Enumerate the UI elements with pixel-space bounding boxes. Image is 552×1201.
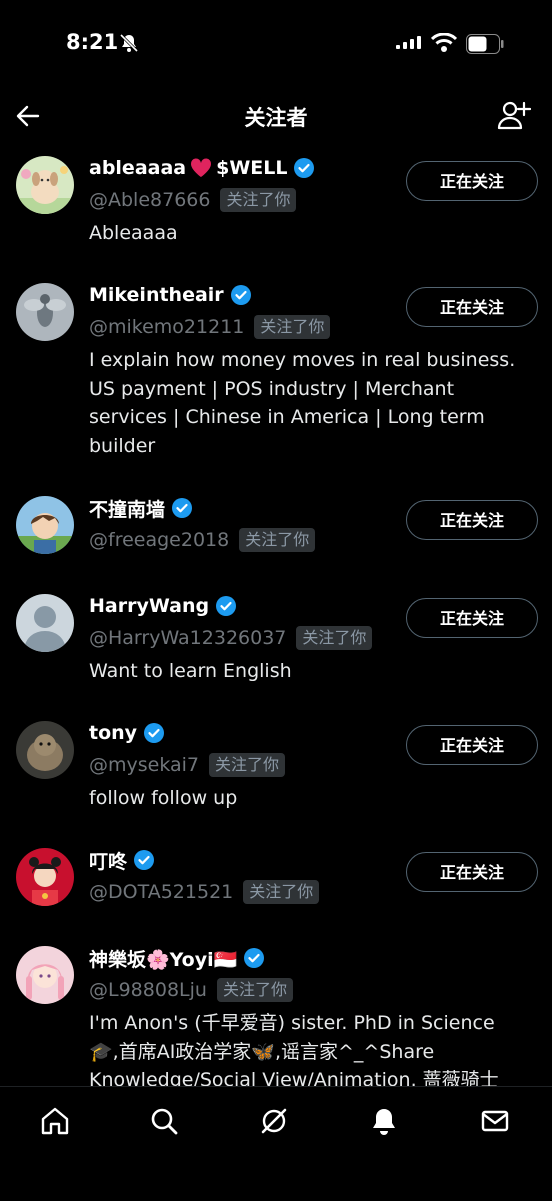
user-name: tony [89, 722, 138, 744]
follows-you-badge: 关注了你 [216, 978, 293, 1002]
verified-icon [143, 722, 165, 744]
following-button[interactable]: 正在关注 [406, 161, 538, 201]
follows-you-badge: 关注了你 [209, 753, 286, 777]
user-name: 叮咚 [89, 850, 128, 873]
user-name-line: 神樂坂🌸Yoyi🇸🇬 [89, 940, 529, 976]
user-handle: @freeage2018 [89, 529, 230, 551]
follows-you-badge: 关注了你 [220, 188, 297, 212]
battery-icon [466, 34, 504, 54]
verified-icon [133, 849, 155, 871]
following-button[interactable]: 正在关注 [406, 287, 538, 327]
following-button[interactable]: 正在关注 [406, 852, 538, 892]
status-time: 8:21 [66, 30, 119, 54]
follows-you-badge: 关注了你 [239, 528, 316, 552]
following-button[interactable]: 正在关注 [406, 500, 538, 540]
follows-you-badge: 关注了你 [243, 880, 320, 904]
user-handle: @mikemo21211 [89, 316, 245, 338]
avatar[interactable] [16, 283, 74, 341]
status-bar: 8:21 [0, 0, 552, 90]
followers-list: ableaaaa $WELL @Able87666 关注了你 Ableaaaa … [0, 150, 552, 1086]
following-button[interactable]: 正在关注 [406, 725, 538, 765]
user-name-suffix: $WELL [216, 157, 288, 179]
user-name: HarryWang [89, 595, 210, 617]
list-item[interactable]: 叮咚 @DOTA521521 关注了你 正在关注 [0, 842, 552, 937]
avatar[interactable] [16, 496, 74, 554]
avatar[interactable] [16, 848, 74, 906]
user-name: 神樂坂🌸Yoyi🇸🇬 [89, 948, 238, 971]
user-info: 神樂坂🌸Yoyi🇸🇬 @L98808Lju 关注了你 I'm Anon's (千… [89, 940, 529, 1086]
avatar[interactable] [16, 156, 74, 214]
page-title: 关注者 [244, 106, 308, 130]
home-icon[interactable] [39, 1105, 71, 1137]
verified-icon [243, 947, 265, 969]
user-handle: @mysekai7 [89, 754, 200, 776]
list-item[interactable]: Mikeintheair @mikemo21211 关注了你 I explain… [0, 277, 552, 487]
user-bio: Ableaaaa [89, 222, 178, 244]
search-icon[interactable] [148, 1105, 180, 1137]
heart-icon [190, 158, 212, 178]
avatar[interactable] [16, 946, 74, 1004]
user-bio: Want to learn English [89, 660, 292, 682]
user-handle-line: @L98808Lju 关注了你 [89, 976, 529, 1004]
user-bio: I explain how money moves in real busine… [89, 349, 516, 457]
user-handle: @DOTA521521 [89, 881, 234, 903]
cellular-signal-icon [396, 36, 422, 56]
bell-muted-icon [118, 32, 140, 54]
add-user-icon[interactable] [497, 99, 532, 131]
list-item[interactable]: ableaaaa $WELL @Able87666 关注了你 Ableaaaa … [0, 150, 552, 275]
header: 关注者 [0, 90, 552, 146]
list-item[interactable]: HarryWang @HarryWa12326037 关注了你 Want to … [0, 588, 552, 713]
messages-icon[interactable] [479, 1105, 511, 1137]
notifications-icon[interactable] [368, 1105, 400, 1137]
avatar[interactable] [16, 594, 74, 652]
grok-icon[interactable] [258, 1105, 290, 1137]
avatar[interactable] [16, 721, 74, 779]
user-handle: @HarryWa12326037 [89, 627, 287, 649]
verified-icon [293, 157, 315, 179]
verified-icon [230, 284, 252, 306]
user-handle: @Able87666 [89, 189, 211, 211]
list-item[interactable]: 神樂坂🌸Yoyi🇸🇬 @L98808Lju 关注了你 I'm Anon's (千… [0, 940, 552, 1086]
following-button[interactable]: 正在关注 [406, 598, 538, 638]
user-handle: @L98808Lju [89, 979, 207, 1001]
list-item[interactable]: tony @mysekai7 关注了你 follow follow up 正在关… [0, 715, 552, 840]
verified-icon [215, 595, 237, 617]
verified-icon [171, 497, 193, 519]
wifi-icon [430, 32, 458, 57]
user-bio: I'm Anon's (千早爱音) sister. PhD in Science… [89, 1012, 499, 1086]
user-name: 不撞南墙 [89, 498, 166, 521]
user-name: Mikeintheair [89, 284, 224, 306]
follows-you-badge: 关注了你 [254, 315, 331, 339]
follows-you-badge: 关注了你 [296, 626, 373, 650]
list-item[interactable]: 不撞南墙 @freeage2018 关注了你 正在关注 [0, 490, 552, 590]
bottom-nav [0, 1086, 552, 1201]
user-bio: follow follow up [89, 787, 238, 809]
user-name: ableaaaa [89, 157, 187, 179]
